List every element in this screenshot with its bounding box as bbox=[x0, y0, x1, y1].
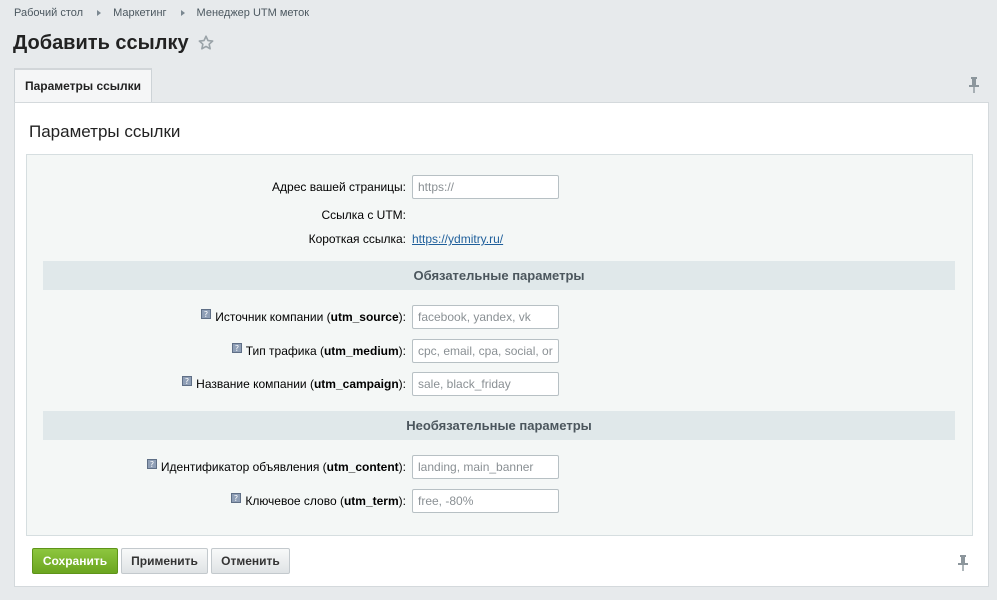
breadcrumb-item-marketing[interactable]: Маркетинг bbox=[113, 7, 166, 19]
tab-strip: Параметры ссылки bbox=[14, 68, 989, 102]
section-required: Обязательные параметры bbox=[43, 261, 955, 290]
row-utm-link: Ссылка с UTM: bbox=[27, 203, 972, 227]
svg-text:?: ? bbox=[150, 460, 154, 469]
row-utm-source: ? Источник компании (utm_source): bbox=[27, 305, 972, 329]
apply-button[interactable]: Применить bbox=[121, 548, 208, 574]
breadcrumb-item-utm-manager[interactable]: Менеджер UTM меток bbox=[197, 7, 309, 19]
tab-link-params[interactable]: Параметры ссылки bbox=[14, 68, 152, 102]
breadcrumb-arrow-icon bbox=[180, 10, 185, 16]
row-utm-term: ? Ключевое слово (utm_term): bbox=[27, 489, 972, 513]
utm-medium-label-suffix: ): bbox=[398, 344, 406, 358]
svg-text:?: ? bbox=[235, 344, 239, 353]
panel-title: Параметры ссылки bbox=[29, 122, 181, 141]
utm-campaign-input[interactable] bbox=[412, 372, 559, 396]
utm-link-label: Ссылка с UTM: bbox=[321, 208, 406, 222]
row-utm-campaign: ? Название компании (utm_campaign): bbox=[27, 372, 972, 396]
help-icon[interactable]: ? bbox=[231, 493, 242, 503]
utm-medium-input[interactable] bbox=[412, 339, 559, 363]
page-address-input[interactable] bbox=[412, 175, 559, 199]
utm-campaign-code: utm_campaign bbox=[313, 377, 399, 391]
svg-text:?: ? bbox=[204, 310, 208, 319]
utm-term-code: utm_term bbox=[343, 494, 399, 508]
utm-term-input[interactable] bbox=[412, 489, 559, 513]
help-icon[interactable]: ? bbox=[231, 343, 242, 353]
utm-source-label: ? Источник компании (utm_source): bbox=[201, 305, 406, 329]
utm-campaign-label: ? Название компании (utm_campaign): bbox=[182, 372, 406, 396]
cancel-button[interactable]: Отменить bbox=[211, 548, 290, 574]
star-icon[interactable] bbox=[197, 34, 215, 52]
breadcrumb: Рабочий стол Маркетинг Менеджер UTM мето… bbox=[14, 7, 309, 19]
utm-content-label-suffix: ): bbox=[398, 460, 406, 474]
help-icon[interactable]: ? bbox=[146, 459, 157, 469]
utm-source-input[interactable] bbox=[412, 305, 559, 329]
row-utm-content: ? Идентификатор объявления (utm_content)… bbox=[27, 455, 972, 479]
utm-content-code: utm_content bbox=[326, 460, 399, 474]
section-optional: Необязательные параметры bbox=[43, 411, 955, 440]
svg-text:?: ? bbox=[234, 494, 238, 503]
pin-icon[interactable] bbox=[968, 77, 980, 93]
utm-term-label-suffix: ): bbox=[398, 494, 406, 508]
utm-medium-label: ? Тип трафика (utm_medium): bbox=[231, 339, 406, 363]
form-box: Адрес вашей страницы: Ссылка с UTM: Коро… bbox=[26, 154, 973, 536]
row-utm-medium: ? Тип трафика (utm_medium): bbox=[27, 339, 972, 363]
utm-medium-label-prefix: Тип трафика ( bbox=[245, 344, 324, 358]
short-link-value[interactable]: https://ydmitry.ru/ bbox=[412, 227, 503, 251]
page-address-label: Адрес вашей страницы: bbox=[272, 180, 406, 194]
save-button[interactable]: Сохранить bbox=[32, 548, 118, 574]
pin-icon[interactable] bbox=[957, 555, 969, 571]
utm-content-label-prefix: Идентификатор объявления ( bbox=[160, 460, 327, 474]
main-panel: Параметры ссылки Адрес вашей страницы: С… bbox=[14, 102, 989, 587]
row-short-link: Короткая ссылка: https://ydmitry.ru/ bbox=[27, 227, 972, 251]
utm-source-label-suffix: ): bbox=[398, 310, 406, 324]
breadcrumb-arrow-icon bbox=[97, 10, 102, 16]
short-link-label: Короткая ссылка: bbox=[308, 232, 406, 246]
utm-content-input[interactable] bbox=[412, 455, 559, 479]
utm-term-label-prefix: Ключевое слово ( bbox=[245, 494, 344, 508]
svg-text:?: ? bbox=[185, 377, 189, 386]
utm-source-label-prefix: Источник компании ( bbox=[215, 310, 331, 324]
utm-medium-code: utm_medium bbox=[323, 344, 399, 358]
page-title: Добавить ссылку bbox=[13, 32, 189, 54]
help-icon[interactable]: ? bbox=[182, 376, 193, 386]
utm-term-label: ? Ключевое слово (utm_term): bbox=[231, 489, 406, 513]
utm-campaign-label-prefix: Название компании ( bbox=[196, 377, 314, 391]
breadcrumb-item-desktop[interactable]: Рабочий стол bbox=[14, 7, 83, 19]
help-icon[interactable]: ? bbox=[201, 309, 212, 319]
utm-source-code: utm_source bbox=[330, 310, 399, 324]
utm-campaign-label-suffix: ): bbox=[398, 377, 406, 391]
row-page-address: Адрес вашей страницы: bbox=[27, 175, 972, 199]
utm-content-label: ? Идентификатор объявления (utm_content)… bbox=[146, 455, 406, 479]
